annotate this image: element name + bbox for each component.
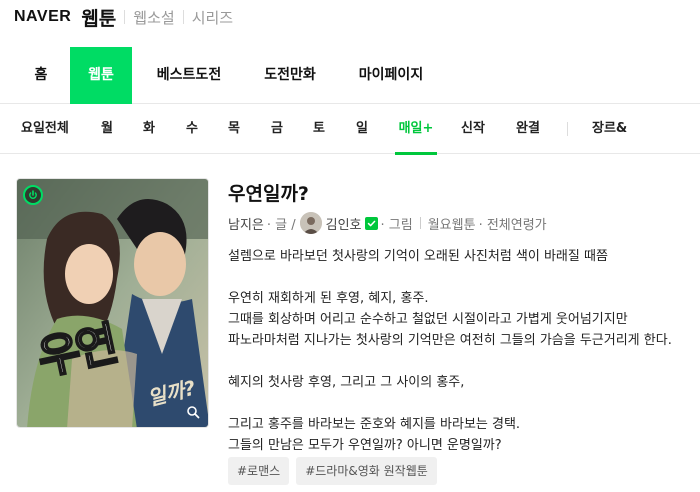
description-line: 혜지의 첫사랑 후영, 그리고 그 사이의 홍주,: [228, 375, 465, 390]
webtoon-thumbnail[interactable]: 우연 일까?: [16, 178, 209, 428]
sub-nav-new[interactable]: 신작: [461, 104, 485, 154]
artist-name[interactable]: 김인호: [326, 214, 362, 233]
sub-nav-all-days[interactable]: 요일전체: [21, 104, 69, 154]
writer-role: · 글 /: [266, 217, 296, 233]
description-line: [228, 267, 693, 288]
sub-nav-tue[interactable]: 화: [143, 104, 155, 154]
brand-link-series[interactable]: 시리즈: [192, 7, 233, 28]
tag-drama-adaptation[interactable]: #드라마&영화 원작웹툰: [296, 457, 437, 485]
sub-nav-thu[interactable]: 목: [228, 104, 240, 154]
divider: [567, 122, 568, 136]
description-line: 설렘으로 바라보던 첫사랑의 기억이 오래된 사진처럼 색이 바래질 때쯤: [228, 249, 608, 264]
power-icon: [29, 190, 37, 199]
naver-logo[interactable]: NAVER: [14, 8, 71, 26]
sub-nav-wed[interactable]: 수: [186, 104, 198, 154]
main-nav: 홈 웹툰 베스트도전 도전만화 마이페이지: [0, 47, 700, 104]
main-nav-webtoon[interactable]: 웹툰: [70, 47, 132, 104]
brand-link-webnovel[interactable]: 웹소설: [133, 7, 174, 28]
sub-nav-daily-plus[interactable]: 매일+: [395, 104, 437, 155]
artist-role: · 그림: [380, 217, 413, 233]
description-line: [228, 351, 693, 372]
sub-nav-mon[interactable]: 월: [101, 104, 113, 154]
brand-bar: NAVER 웹툰 웹소설 시리즈: [0, 0, 700, 34]
divider: [124, 10, 126, 24]
schedule-label: 월요웹툰: [427, 217, 476, 233]
description-line: 그때를 회상하며 어리고 순수하고 철없던 시절이라고 가볍게 웃어넘기지만: [228, 312, 628, 327]
age-rating: · 전체연령가: [478, 217, 547, 233]
sub-nav-completed[interactable]: 완결: [516, 104, 540, 154]
description-line: 파노라마처럼 지나가는 첫사랑의 기억만은 여전히 그들의 가슴을 두근거리게 …: [228, 333, 672, 348]
sub-nav-sun[interactable]: 일: [356, 104, 368, 154]
work-description: 설렘으로 바라보던 첫사랑의 기억이 오래된 사진처럼 색이 바래질 때쯤 우연…: [228, 246, 693, 456]
writer-name[interactable]: 남지은: [228, 214, 264, 233]
tag-romance[interactable]: #로맨스: [228, 457, 290, 485]
sub-nav-sat[interactable]: 토: [313, 104, 325, 154]
main-nav-home[interactable]: 홈: [24, 47, 58, 104]
description-line: [228, 393, 693, 414]
zoom-icon[interactable]: [184, 403, 202, 421]
sub-nav-fri[interactable]: 금: [271, 104, 283, 154]
status-badge: [23, 185, 43, 205]
avatar[interactable]: [299, 212, 322, 234]
main-nav-mypage[interactable]: 마이페이지: [349, 47, 433, 104]
main-nav-challenge[interactable]: 도전만화: [254, 47, 326, 104]
main-nav-best-challenge[interactable]: 베스트도전: [148, 47, 230, 104]
work-title: 우연일까?: [228, 183, 309, 205]
description-line: 그리고 홍주를 바라보는 준호와 혜지를 바라보는 경택.: [228, 417, 521, 432]
sub-nav-genre[interactable]: 장르&: [592, 104, 627, 154]
sub-nav: 요일전체 월 화 수 목 금 토 일 매일+ 신작 완결 장르&: [0, 104, 700, 155]
divider: [182, 10, 184, 24]
author-meta: 남지은 · 글 / 김인호 · 그림 월요웹툰 · 전체연령가: [228, 212, 547, 234]
tag-list: #로맨스 #드라마&영화 원작웹툰: [228, 457, 437, 485]
divider: [419, 217, 421, 229]
description-line: 우연히 재회하게 된 후영, 혜지, 홍주.: [228, 291, 429, 306]
webtoon-logo[interactable]: 웹툰: [81, 4, 116, 31]
description-line: 그들의 만남은 모두가 우연일까? 아니면 운명일까?: [228, 438, 502, 453]
verified-check-icon: [364, 216, 378, 230]
